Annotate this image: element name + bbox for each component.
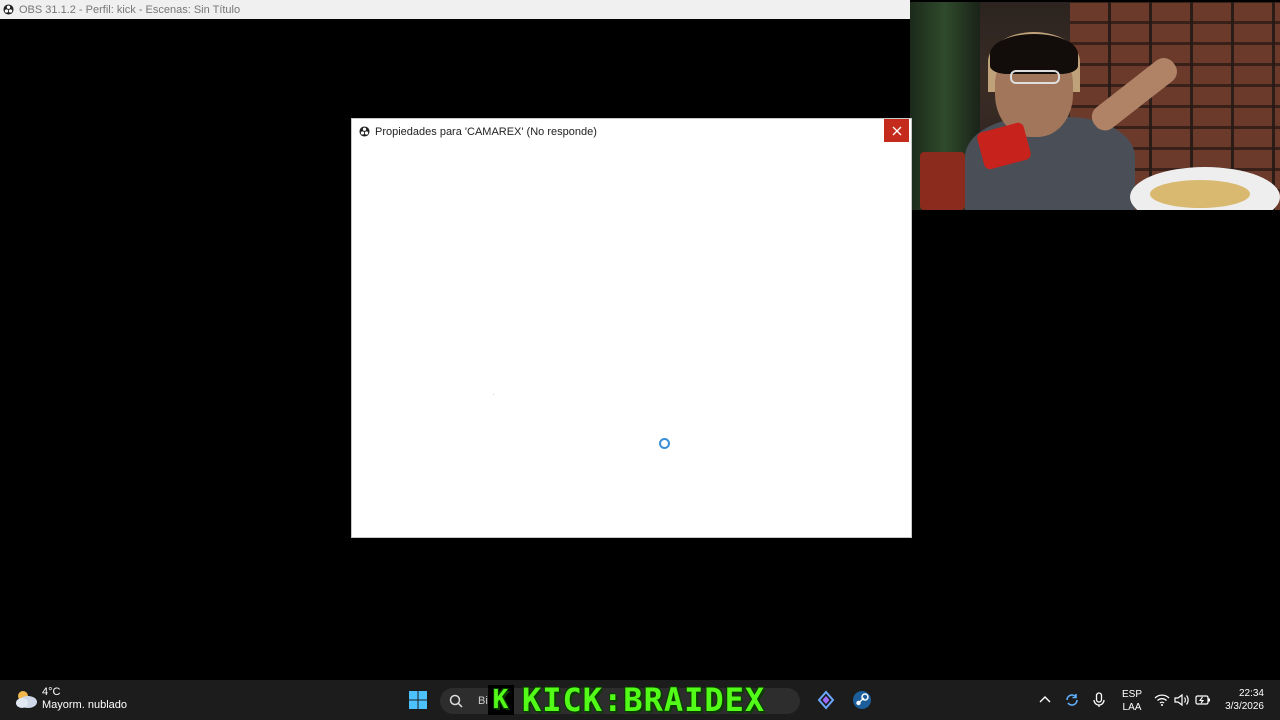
language-indicator[interactable]: ESP LAA xyxy=(1122,688,1142,714)
volume-icon[interactable] xyxy=(1174,693,1190,707)
windows-start-icon[interactable] xyxy=(408,690,428,710)
properties-dialog: Propiedades para 'CAMAREX' (No responde) xyxy=(352,119,911,537)
artifact-dot xyxy=(493,394,494,395)
kick-overlay-text: KICK:BRAIDEX xyxy=(522,681,766,719)
glasses xyxy=(1010,70,1060,84)
obs-titlebar: OBS 31.1.2 - Perfil: kick - Escenas: Sin… xyxy=(0,0,910,19)
cloudy-weather-icon xyxy=(16,691,37,708)
dialog-titlebar[interactable]: Propiedades para 'CAMAREX' (No responde) xyxy=(352,119,911,144)
close-icon xyxy=(892,126,901,135)
sync-icon[interactable] xyxy=(1064,692,1080,708)
app-diamond-icon[interactable] xyxy=(816,690,836,710)
weather-widget[interactable]: 4°C Mayorm. nublado xyxy=(14,686,127,712)
search-text: Bi xyxy=(478,695,488,707)
kick-overlay-banner: K KICK:BRAIDEX xyxy=(488,681,766,719)
steam-icon[interactable] xyxy=(852,690,872,710)
webcam-overlay xyxy=(910,2,1280,210)
dialog-title: Propiedades para 'CAMAREX' (No responde) xyxy=(375,125,597,138)
loading-spinner-icon xyxy=(659,438,670,449)
obs-logo-icon xyxy=(359,126,370,137)
weather-description: Mayorm. nublado xyxy=(42,699,127,711)
noodles xyxy=(1150,180,1250,208)
language-primary: ESP xyxy=(1122,689,1143,700)
battery-icon[interactable] xyxy=(1195,693,1211,707)
clock-time: 22:34 xyxy=(1238,688,1264,699)
language-secondary: LAA xyxy=(1122,702,1142,713)
clock-date: 3/3/2026 xyxy=(1225,701,1264,712)
wifi-icon[interactable] xyxy=(1154,693,1170,707)
obs-logo-icon xyxy=(3,4,14,15)
system-clock[interactable]: 22:34 3/3/2026 xyxy=(1222,687,1264,713)
person-hair xyxy=(990,34,1078,74)
chevron-up-icon[interactable] xyxy=(1038,693,1052,707)
weather-temperature: 4°C xyxy=(42,686,61,698)
close-button[interactable] xyxy=(884,119,909,142)
search-icon xyxy=(449,694,463,708)
kick-badge: K xyxy=(488,685,514,715)
flower-pot xyxy=(920,152,965,210)
microphone-icon[interactable] xyxy=(1092,692,1106,708)
taskbar: 4°C Mayorm. nublado Bi K KICK:BRAIDEX ES… xyxy=(0,680,1280,720)
obs-window-title: OBS 31.1.2 - Perfil: kick - Escenas: Sin… xyxy=(19,3,241,16)
